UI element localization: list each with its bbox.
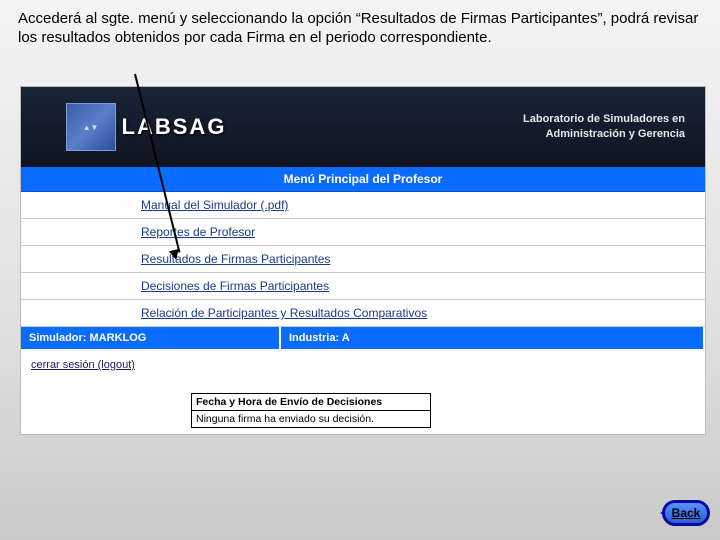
menu-item-resultados[interactable]: Resultados de Firmas Participantes [21,246,705,273]
app-banner: ▲▼ LABSAG Laboratorio de Simuladores en … [21,87,705,167]
sim-label: Simulador: [29,332,86,344]
menu-item-decisiones[interactable]: Decisiones de Firmas Participantes [21,273,705,300]
menu-header: Menú Principal del Profesor [21,167,705,192]
menu-link[interactable]: Manual del Simulador (.pdf) [141,198,288,212]
back-label: Back [672,506,701,520]
labsag-logo: ▲▼ LABSAG [66,103,227,151]
logout-row[interactable]: cerrar sesión (logout) [21,349,705,381]
ind-value: A [342,332,350,344]
sim-value: MARKLOG [90,332,147,344]
notice-box: Fecha y Hora de Envío de Decisiones Ning… [191,393,431,428]
simulator-cell: Simulador: MARKLOG [21,327,281,349]
menu-link[interactable]: Reportes de Profesor [141,225,255,239]
banner-tagline: Laboratorio de Simuladores en Administra… [271,112,705,143]
instruction-text: Accederá al sgte. menú y seleccionando l… [0,0,720,56]
menu-link[interactable]: Relación de Participantes y Resultados C… [141,306,427,320]
logout-link[interactable]: cerrar sesión (logout) [31,359,135,371]
tagline-line1: Laboratorio de Simuladores en [271,112,685,127]
notice-header: Fecha y Hora de Envío de Decisiones [192,394,430,411]
simulator-info-bar: Simulador: MARKLOG Industria: A [21,327,705,349]
ind-label: Industria: [289,332,339,344]
embedded-screenshot: ▲▼ LABSAG Laboratorio de Simuladores en … [20,86,706,435]
logo-text: LABSAG [122,114,227,140]
menu-item-relacion[interactable]: Relación de Participantes y Resultados C… [21,300,705,327]
tagline-line2: Administración y Gerencia [271,127,685,142]
back-button[interactable]: Back [662,500,710,526]
logo-icon: ▲▼ [66,103,116,151]
menu-item-manual[interactable]: Manual del Simulador (.pdf) [21,192,705,219]
industry-cell: Industria: A [281,327,705,349]
menu-item-reportes[interactable]: Reportes de Profesor [21,219,705,246]
notice-body: Ninguna firma ha enviado su decisión. [192,411,430,427]
menu-link[interactable]: Decisiones de Firmas Participantes [141,279,329,293]
